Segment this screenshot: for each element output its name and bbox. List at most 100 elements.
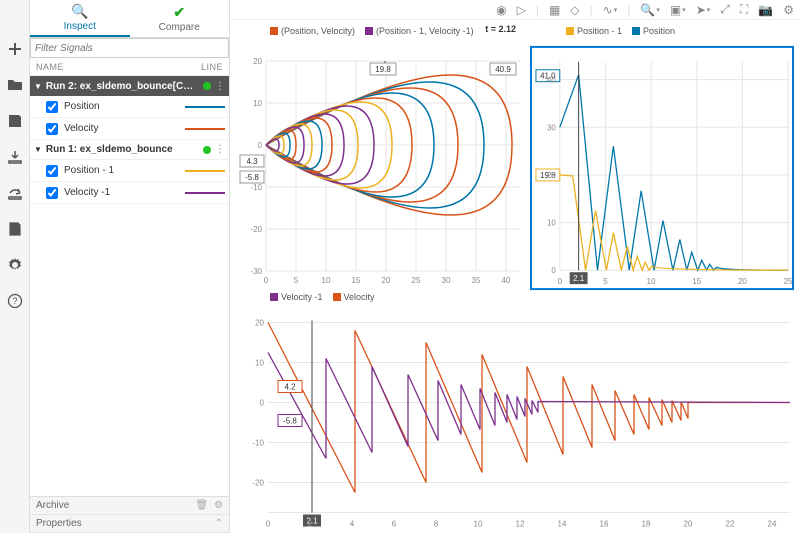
signal-label: Position	[64, 101, 179, 112]
legend: Velocity -1 Velocity	[234, 290, 794, 304]
fit-icon[interactable]: ▣▾	[670, 3, 686, 17]
menu-icon[interactable]: ⋮	[215, 81, 225, 92]
clear-icon[interactable]: ◇	[570, 3, 579, 17]
svg-text:20: 20	[253, 57, 262, 66]
svg-text:0: 0	[264, 276, 269, 285]
archive-row[interactable]: Archive 🗑 ⚙	[30, 497, 229, 515]
grid-icon[interactable]: ▦	[549, 3, 560, 17]
signal-row[interactable]: Position	[30, 96, 229, 118]
columns-header: NAME LINE	[30, 58, 229, 76]
settings-icon[interactable]	[6, 256, 24, 274]
signal-checkbox[interactable]	[46, 187, 58, 199]
position-svg: 2.1 41.0 19.8 0510152025 010203040	[530, 38, 794, 298]
status-dot	[203, 82, 211, 90]
check-icon: ✔	[173, 4, 185, 21]
svg-text:15: 15	[352, 276, 361, 285]
legend-label: (Position, Velocity)	[281, 26, 355, 36]
signal-label: Position - 1	[64, 165, 179, 176]
expand-icon: ▼	[34, 145, 42, 154]
save-icon[interactable]	[6, 112, 24, 130]
export-icon[interactable]	[6, 184, 24, 202]
add-icon[interactable]	[6, 40, 24, 58]
svg-text:40: 40	[547, 76, 556, 85]
plot-toolbar: ◉ ▷ | ▦ ◇ | ∿▾ | 🔍▾ ▣▾ ➤▾ ⤢ ⛶ 📷 ⚙	[230, 0, 800, 20]
legend: (Position, Velocity) (Position - 1, Velo…	[234, 24, 524, 38]
legend-swatch	[632, 27, 640, 35]
svg-text:?: ?	[12, 296, 17, 306]
gear-icon[interactable]: ⚙	[214, 500, 223, 511]
svg-text:10: 10	[647, 277, 656, 286]
run-row[interactable]: ▼ Run 1: ex_sldemo_bounce ⋮	[30, 140, 229, 160]
archive-label: Archive	[36, 500, 69, 511]
signal-checkbox[interactable]	[46, 123, 58, 135]
svg-text:4: 4	[350, 520, 355, 529]
tab-compare[interactable]: ✔ Compare	[130, 0, 230, 37]
fingerprint-icon[interactable]: ◉	[496, 3, 506, 17]
fullscreen-icon[interactable]: ⛶	[740, 2, 748, 17]
run-row[interactable]: ▼ Run 2: ex_sldemo_bounce[Current] ⋮	[30, 76, 229, 96]
plot-phase[interactable]: (Position, Velocity) (Position - 1, Velo…	[234, 24, 524, 284]
svg-text:20: 20	[382, 276, 391, 285]
svg-text:-5.8: -5.8	[283, 417, 297, 426]
svg-text:10: 10	[253, 99, 262, 108]
zoom-icon[interactable]: 🔍▾	[640, 3, 659, 17]
signal-row[interactable]: Velocity	[30, 118, 229, 140]
svg-text:18: 18	[642, 520, 651, 529]
expand-icon[interactable]: ⤢	[720, 2, 730, 17]
report-icon[interactable]	[6, 220, 24, 238]
cursor-icon[interactable]: ➤▾	[696, 3, 711, 17]
folder-icon[interactable]	[6, 76, 24, 94]
legend-swatch	[365, 27, 373, 35]
legend-label: (Position - 1, Velocity -1)	[376, 26, 474, 36]
snapshot-icon[interactable]: 📷	[758, 3, 773, 17]
tab-label: Inspect	[64, 21, 96, 32]
tab-inspect[interactable]: 🔍 Inspect	[30, 0, 130, 37]
svg-text:22: 22	[726, 520, 735, 529]
svg-text:-20: -20	[250, 225, 262, 234]
svg-text:6: 6	[392, 520, 397, 529]
svg-text:5: 5	[294, 276, 299, 285]
play-icon[interactable]: ▷	[517, 3, 526, 17]
plot-position[interactable]: Position - 1 Position 2.1 4	[530, 24, 794, 284]
svg-text:20: 20	[255, 319, 264, 328]
svg-text:35: 35	[472, 276, 481, 285]
svg-text:5: 5	[603, 277, 608, 286]
signal-checkbox[interactable]	[46, 165, 58, 177]
svg-text:0: 0	[558, 277, 563, 286]
legend-label: Velocity -1	[281, 292, 323, 302]
properties-label: Properties	[36, 518, 82, 529]
chevron-up-icon: ⌃	[215, 518, 223, 529]
legend-swatch	[333, 293, 341, 301]
main-area: ◉ ▷ | ▦ ◇ | ∿▾ | 🔍▾ ▣▾ ➤▾ ⤢ ⛶ 📷 ⚙ (Posit…	[230, 0, 800, 533]
run-label: Run 2: ex_sldemo_bounce[Current]	[46, 81, 199, 92]
signal-label: Velocity	[64, 123, 179, 134]
trash-icon[interactable]: 🗑	[195, 500, 208, 511]
svg-text:-20: -20	[252, 479, 264, 488]
svg-text:14: 14	[558, 520, 567, 529]
signal-checkbox[interactable]	[46, 101, 58, 113]
settings-icon[interactable]: ⚙	[783, 3, 794, 17]
legend-swatch	[270, 293, 278, 301]
import-icon[interactable]	[6, 148, 24, 166]
help-icon[interactable]: ?	[6, 292, 24, 310]
signal-row[interactable]: Velocity -1	[30, 182, 229, 204]
plot-velocity[interactable]: Velocity -1 Velocity 2.1 4.2 -5.8	[234, 290, 794, 527]
svg-text:-10: -10	[252, 439, 264, 448]
svg-text:10: 10	[322, 276, 331, 285]
svg-text:0: 0	[258, 141, 263, 150]
legend: Position - 1 Position	[530, 24, 794, 38]
menu-icon[interactable]: ⋮	[215, 144, 225, 155]
signal-row[interactable]: Position - 1	[30, 160, 229, 182]
line-sample	[185, 128, 225, 130]
properties-row[interactable]: Properties ⌃	[30, 515, 229, 533]
expand-icon: ▼	[34, 82, 42, 91]
signal-type-icon[interactable]: ∿▾	[603, 3, 618, 17]
time-cursor-label: t = 2.12	[485, 24, 516, 34]
run-label: Run 1: ex_sldemo_bounce	[46, 144, 199, 155]
svg-text:10: 10	[547, 219, 556, 228]
search-icon: 🔍	[71, 3, 88, 20]
filter-input[interactable]	[30, 38, 229, 58]
svg-text:4.3: 4.3	[246, 157, 258, 166]
svg-text:10: 10	[474, 520, 483, 529]
svg-text:4.2: 4.2	[284, 383, 296, 392]
